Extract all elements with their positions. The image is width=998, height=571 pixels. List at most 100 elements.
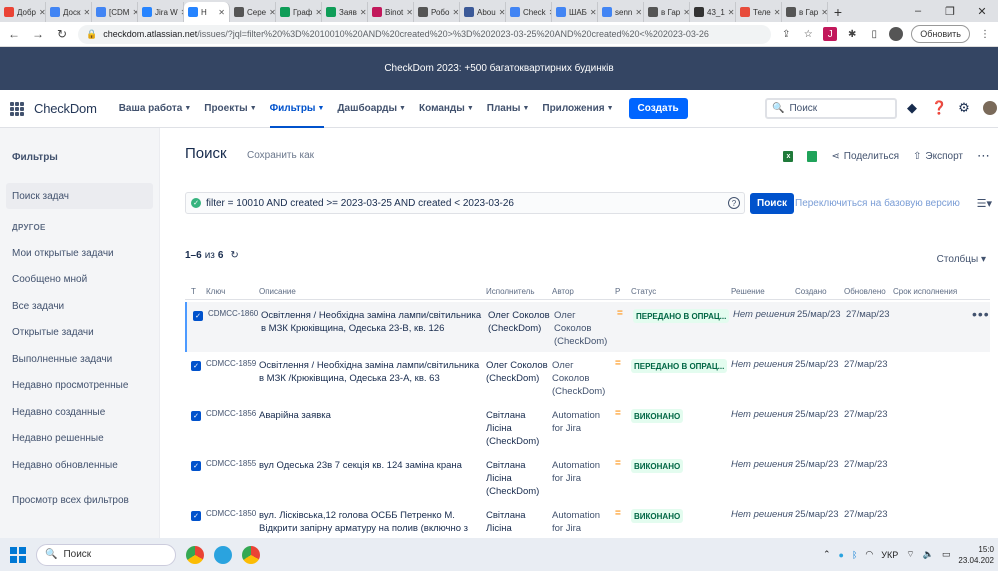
sidebar-item[interactable]: Недавно обновленные — [6, 452, 153, 479]
col-due[interactable]: Срок исполнения — [893, 287, 957, 296]
sidebar-item[interactable]: Недавно решенные — [6, 426, 153, 453]
volume-icon[interactable]: 🔈 — [923, 549, 934, 560]
status-badge[interactable]: ВИКОНАНО — [631, 459, 684, 473]
share-page-icon[interactable]: ⇪ — [779, 27, 793, 41]
col-updated[interactable]: Обновлено — [844, 287, 886, 296]
issue-summary-link[interactable]: Аварійна заявка — [259, 409, 481, 422]
tab-close-icon[interactable]: ✕ — [821, 8, 827, 17]
browser-tab[interactable]: Робо ✕ — [414, 2, 460, 22]
windows-start-icon[interactable] — [10, 546, 26, 563]
new-tab-icon[interactable]: + — [828, 2, 848, 22]
table-row[interactable]: ✓ CDMCC-1850 вул. Лісківська,12 голова ОСБ… — [185, 502, 990, 538]
list-view-icon[interactable]: ☰▾ — [977, 197, 992, 210]
tab-close-icon[interactable]: ✕ — [360, 8, 367, 17]
issue-key-link[interactable]: CDMCC-1860 — [208, 309, 258, 318]
nav-item[interactable]: Ваша работа ▼ — [119, 90, 192, 128]
tab-close-icon[interactable]: ✕ — [728, 8, 735, 17]
jql-help-icon[interactable]: ? — [728, 197, 740, 209]
extensions-puzzle-icon[interactable]: ✱ — [845, 27, 859, 41]
site-logo[interactable]: CheckDom — [34, 101, 97, 116]
table-row[interactable]: ✓ CDMCC-1860 Освітлення / Необхідна заміна… — [185, 302, 990, 352]
bookmark-star-icon[interactable]: ☆ — [801, 27, 815, 41]
create-button[interactable]: Создать — [628, 98, 688, 119]
search-button[interactable]: Поиск — [750, 193, 795, 214]
forward-icon[interactable]: → — [30, 27, 46, 41]
browser-tab[interactable]: Abou ✕ — [460, 2, 506, 22]
col-assignee[interactable]: Исполнитель — [486, 287, 535, 296]
table-row[interactable]: ✓ CDMCC-1855 вул Одеська 23в 7 секція кв. … — [185, 452, 990, 502]
browser-tab[interactable]: Binot ✕ — [368, 2, 414, 22]
col-created[interactable]: Создано — [795, 287, 827, 296]
browser-tab[interactable]: Сере ✕ — [230, 2, 276, 22]
browser-tab[interactable]: Теле ✕ — [736, 2, 782, 22]
status-badge[interactable]: ПЕРЕДАНО В ОПРАЦ... — [631, 359, 728, 373]
back-icon[interactable]: ← — [6, 27, 22, 41]
nav-item[interactable]: Дашбоарды ▼ — [337, 90, 406, 128]
sidebar-item[interactable]: Все задачи — [6, 293, 153, 320]
tab-close-icon[interactable]: ✕ — [406, 8, 413, 17]
col-description[interactable]: Описание — [259, 287, 296, 296]
chrome-icon[interactable] — [186, 545, 204, 564]
profile-avatar-icon[interactable] — [889, 27, 904, 41]
issue-key-link[interactable]: CDMCC-1855 — [206, 459, 256, 468]
sheets-export-icon[interactable] — [807, 150, 818, 162]
issue-summary-link[interactable]: вул Одеська 23в 7 секція кв. 124 заміна … — [259, 459, 481, 472]
wifi-icon[interactable]: ◠ — [865, 549, 873, 560]
browser-tab[interactable]: ШАБ ✕ — [552, 2, 598, 22]
switch-basic-link[interactable]: Переключиться на базовую версию — [795, 198, 960, 209]
tab-close-icon[interactable]: ✕ — [590, 8, 597, 17]
share-button[interactable]: ⋖ Поделиться — [831, 151, 899, 162]
tray-chevron-icon[interactable]: ⌃ — [823, 549, 831, 560]
sidebar-item[interactable]: Сообщено мной — [6, 267, 153, 294]
global-search-input[interactable]: 🔍 Поиск — [765, 98, 897, 119]
refresh-icon[interactable]: ↻ — [230, 250, 238, 261]
issue-key-link[interactable]: CDMCC-1850 — [206, 509, 256, 518]
sidebar-item[interactable]: Недавно созданные — [6, 399, 153, 426]
jql-query-input[interactable]: ✓ filter = 10010 AND created >= 2023-03-… — [185, 192, 745, 214]
nav-item[interactable]: Проекты ▼ — [204, 90, 256, 128]
browser-tab[interactable]: в Гар ✕ — [782, 2, 828, 22]
browser-tab[interactable]: Доск ✕ — [46, 2, 92, 22]
settings-gear-icon[interactable]: ⚙ — [957, 100, 971, 116]
browser-tab[interactable]: 43_1 ✕ — [690, 2, 736, 22]
tab-close-icon[interactable]: ✕ — [218, 8, 225, 17]
nav-item[interactable]: Команды ▼ — [419, 90, 474, 128]
status-badge[interactable]: ВИКОНАНО — [631, 509, 684, 523]
telegram-icon[interactable] — [214, 545, 232, 564]
app-switcher-icon[interactable] — [10, 101, 24, 116]
lang-indicator[interactable]: УКР — [881, 550, 898, 560]
sidebar-item-search-issues[interactable]: Поиск задач — [6, 183, 153, 209]
tab-close-icon[interactable]: ✕ — [269, 8, 275, 17]
reload-icon[interactable]: ↻ — [54, 27, 70, 41]
bluetooth-icon[interactable]: ᛒ — [852, 550, 857, 560]
issue-key-link[interactable]: CDMCC-1859 — [206, 359, 256, 368]
col-type[interactable]: Т — [191, 287, 196, 296]
sidebar-item-all-filters[interactable]: Просмотр всех фильтров — [6, 488, 153, 515]
col-status[interactable]: Статус — [631, 287, 656, 296]
nav-item[interactable]: Планы ▼ — [487, 90, 530, 128]
maximize-icon[interactable]: ❐ — [934, 0, 966, 22]
export-button[interactable]: ⇧ Экспорт — [913, 151, 963, 162]
browser-menu-icon[interactable]: ⋮ — [978, 27, 992, 41]
browser-tab[interactable]: Jira W✕ — [138, 2, 184, 22]
sidepanel-icon[interactable]: ▯ — [867, 27, 881, 41]
status-badge[interactable]: ВИКОНАНО — [631, 409, 684, 423]
table-row[interactable]: ✓ CDMCC-1856 Аварійна заявка Світлана Лісін… — [185, 402, 990, 452]
browser-tab[interactable]: Заяв ✕ — [322, 2, 368, 22]
chrome-profile-icon[interactable] — [242, 545, 260, 564]
help-icon[interactable]: ❓ — [931, 100, 947, 116]
browser-tab[interactable]: Н ✕ — [184, 2, 230, 22]
tab-close-icon[interactable]: ✕ — [83, 8, 90, 17]
row-actions-icon[interactable]: ••• — [972, 306, 990, 322]
nav-item[interactable]: Фильтры ▼ — [269, 90, 325, 128]
sidebar-item[interactable]: Мои открытые задачи — [6, 240, 153, 267]
tab-close-icon[interactable]: ✕ — [774, 8, 781, 17]
notifications-icon[interactable]: ◆ — [905, 100, 919, 116]
col-resolution[interactable]: Решение — [731, 287, 765, 296]
issue-summary-link[interactable]: Освітлення / Необхідна заміна лампи/світ… — [259, 359, 481, 385]
issue-summary-link[interactable]: вул. Лісківська,12 голова ОСББ Петренко … — [259, 509, 481, 535]
minimize-icon[interactable]: – — [902, 0, 934, 22]
sidebar-item[interactable]: Открытые задачи — [6, 320, 153, 347]
extension-icon[interactable]: J — [823, 27, 838, 41]
col-author[interactable]: Автор — [552, 287, 574, 296]
